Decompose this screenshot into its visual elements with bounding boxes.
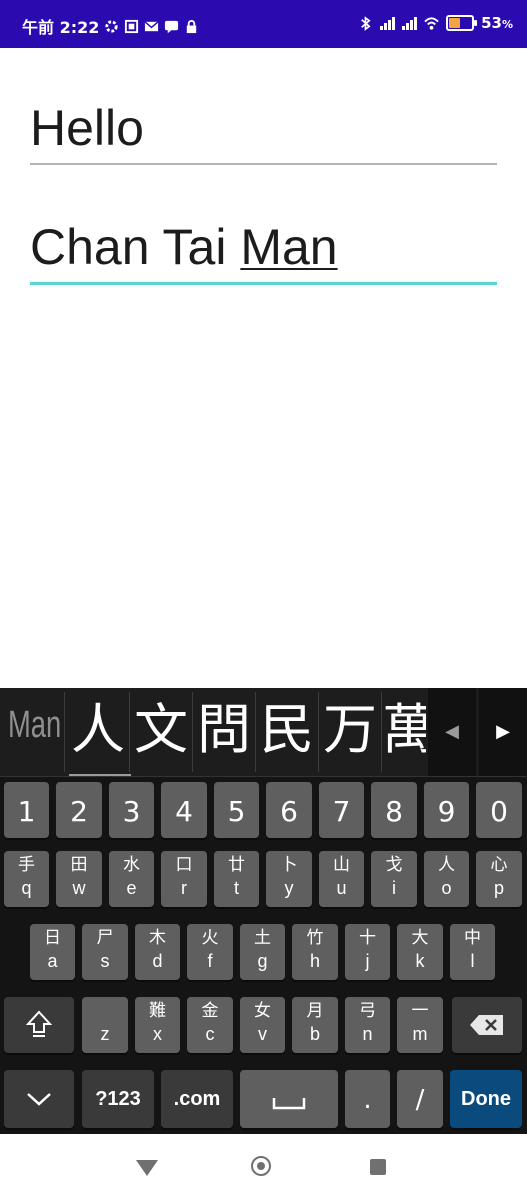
wifi-icon bbox=[424, 16, 439, 30]
soft-keyboard: Man 人 文 問 民 万 萬 ◀ ▶ 1 2 3 4 5 6 7 8 9 0 … bbox=[0, 688, 527, 1134]
key-i[interactable]: 戈i bbox=[371, 851, 417, 907]
slash-key[interactable]: / bbox=[397, 1070, 443, 1128]
dotcom-key[interactable]: .com bbox=[161, 1070, 233, 1128]
key-r[interactable]: 口r bbox=[161, 851, 207, 907]
caret-right-icon: ▶ bbox=[496, 721, 510, 742]
mail-icon bbox=[144, 20, 159, 31]
candidate-5[interactable]: 万 bbox=[319, 694, 381, 766]
key-c[interactable]: 金c bbox=[187, 997, 233, 1053]
key-9[interactable]: 9 bbox=[424, 782, 469, 838]
key-b[interactable]: 月b bbox=[292, 997, 338, 1053]
space-bar-icon bbox=[272, 1098, 306, 1110]
key-v[interactable]: 女v bbox=[240, 997, 285, 1053]
candidate-2[interactable]: 文 bbox=[130, 694, 192, 766]
composing-reading: Man bbox=[8, 704, 62, 746]
battery-percent: 53% bbox=[481, 14, 513, 32]
status-bar-right: 53% bbox=[358, 14, 513, 32]
text-field-1-underline bbox=[30, 163, 497, 165]
candidate-4[interactable]: 民 bbox=[256, 694, 318, 766]
key-u[interactable]: 山u bbox=[319, 851, 364, 907]
key-4[interactable]: 4 bbox=[161, 782, 207, 838]
candidate-bar: Man 人 文 問 民 万 萬 ◀ ▶ bbox=[0, 688, 527, 777]
hide-keyboard-key[interactable] bbox=[4, 1070, 74, 1128]
text-field-1[interactable]: Hello bbox=[30, 100, 497, 165]
key-z[interactable]: z bbox=[82, 997, 128, 1053]
key-d[interactable]: 木d bbox=[135, 924, 180, 980]
lock-icon bbox=[187, 19, 197, 33]
candidate-1[interactable]: 人 bbox=[67, 694, 131, 776]
clock: 午前 2:22 bbox=[22, 18, 100, 37]
symbols-key[interactable]: ?123 bbox=[82, 1070, 154, 1128]
battery-icon bbox=[446, 15, 478, 31]
space-key[interactable] bbox=[240, 1070, 338, 1128]
backspace-key[interactable] bbox=[452, 997, 522, 1053]
candidate-3[interactable]: 問 bbox=[193, 694, 255, 766]
key-e[interactable]: 水e bbox=[109, 851, 154, 907]
home-circle-icon[interactable] bbox=[251, 1156, 271, 1176]
recents-square-icon[interactable] bbox=[370, 1159, 386, 1175]
status-bar-left: 午前 2:22 bbox=[22, 14, 199, 38]
chevron-down-icon bbox=[27, 1093, 51, 1106]
key-m[interactable]: 一m bbox=[397, 997, 443, 1053]
status-bar: 午前 2:22 53% bbox=[0, 0, 527, 48]
key-s[interactable]: 尸s bbox=[82, 924, 128, 980]
candidates-prev-button[interactable]: ◀ bbox=[428, 688, 476, 776]
composing-text: Man bbox=[240, 219, 338, 275]
key-t[interactable]: 廿t bbox=[214, 851, 259, 907]
key-f[interactable]: 火f bbox=[187, 924, 233, 980]
key-w[interactable]: 田w bbox=[56, 851, 102, 907]
navigation-bar bbox=[0, 1134, 527, 1200]
key-a[interactable]: 日a bbox=[30, 924, 75, 980]
key-6[interactable]: 6 bbox=[266, 782, 312, 838]
key-g[interactable]: 土g bbox=[240, 924, 285, 980]
key-n[interactable]: 弓n bbox=[345, 997, 390, 1053]
done-key[interactable]: Done bbox=[450, 1070, 522, 1128]
key-x[interactable]: 難x bbox=[135, 997, 180, 1053]
text-field-1-value: Hello bbox=[30, 100, 144, 156]
caret-left-icon: ◀ bbox=[445, 721, 459, 742]
key-h[interactable]: 竹h bbox=[292, 924, 338, 980]
key-o[interactable]: 人o bbox=[424, 851, 469, 907]
key-2[interactable]: 2 bbox=[56, 782, 102, 838]
key-j[interactable]: 十j bbox=[345, 924, 390, 980]
battery-fill bbox=[449, 18, 460, 28]
back-triangle-icon[interactable] bbox=[136, 1160, 158, 1176]
key-0[interactable]: 0 bbox=[476, 782, 522, 838]
key-5[interactable]: 5 bbox=[214, 782, 259, 838]
shift-key[interactable] bbox=[4, 997, 74, 1053]
period-key[interactable]: . bbox=[345, 1070, 390, 1128]
key-l[interactable]: 中l bbox=[450, 924, 495, 980]
candidates-next-button[interactable]: ▶ bbox=[479, 688, 527, 776]
image-icon bbox=[125, 19, 139, 33]
candidate-6[interactable]: 萬 bbox=[382, 694, 426, 766]
signal-icon-2 bbox=[402, 16, 418, 30]
bluetooth-icon bbox=[361, 15, 371, 31]
key-k[interactable]: 大k bbox=[397, 924, 443, 980]
key-1[interactable]: 1 bbox=[4, 782, 49, 838]
shift-icon bbox=[26, 1010, 52, 1037]
key-p[interactable]: 心p bbox=[476, 851, 522, 907]
key-q[interactable]: 手q bbox=[4, 851, 49, 907]
text-field-2-focused-underline bbox=[30, 282, 497, 285]
text-field-2[interactable]: Chan Tai Man bbox=[30, 219, 497, 285]
backspace-icon bbox=[470, 1015, 503, 1035]
text-field-2-value: Chan Tai Man bbox=[30, 219, 338, 275]
candidate-separator bbox=[64, 692, 65, 772]
key-7[interactable]: 7 bbox=[319, 782, 364, 838]
signal-icon-1 bbox=[380, 16, 396, 30]
chat-icon bbox=[165, 20, 179, 33]
key-3[interactable]: 3 bbox=[109, 782, 154, 838]
key-8[interactable]: 8 bbox=[371, 782, 417, 838]
key-y[interactable]: 卜y bbox=[266, 851, 312, 907]
settings-icon bbox=[105, 19, 118, 33]
